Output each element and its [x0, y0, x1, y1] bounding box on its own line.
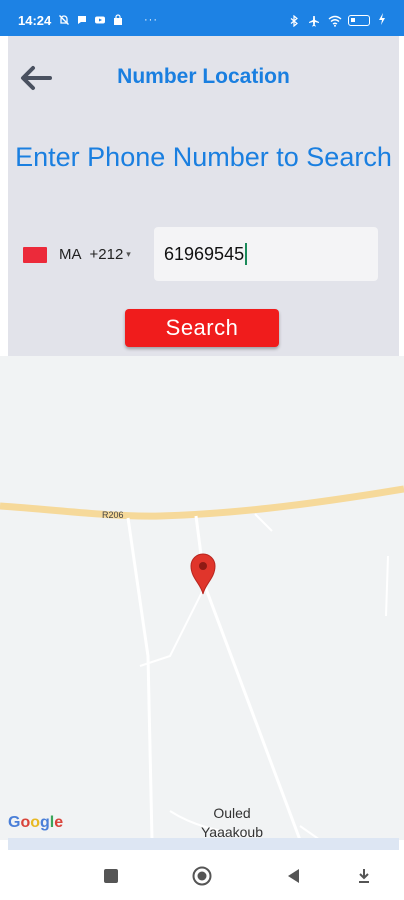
place-label-line1: Ouled: [213, 805, 251, 821]
airplane-icon: [308, 15, 320, 27]
recents-square-icon[interactable]: [101, 866, 121, 886]
phone-number-value: 61969545: [164, 243, 245, 264]
home-circle-icon[interactable]: [192, 866, 212, 886]
map-roads: [0, 485, 404, 840]
message-icon: [76, 14, 88, 26]
search-panel: Number Location Enter Phone Number to Se…: [8, 36, 399, 356]
system-nav-bar: [0, 850, 404, 900]
status-bar: 14:24 ···: [0, 0, 404, 36]
muted-bell-icon: [58, 14, 70, 26]
place-label: Ouled Yaaakoub: [192, 804, 272, 840]
page-title: Number Location: [117, 65, 290, 88]
more-notifications-indicator: ···: [144, 14, 158, 26]
youtube-icon: [94, 14, 106, 26]
download-arrow-icon[interactable]: [354, 866, 374, 886]
google-logo[interactable]: Google: [8, 814, 63, 832]
battery-icon: [348, 15, 370, 26]
status-time: 14:24: [18, 13, 52, 28]
map-pin-icon[interactable]: [189, 552, 217, 596]
bag-icon: [112, 14, 124, 26]
road-label: R206: [102, 510, 124, 520]
map-bottom-strip: [8, 838, 399, 850]
dial-code: +212: [89, 246, 124, 263]
country-code: MA: [59, 246, 82, 263]
status-left-icons: ···: [58, 14, 158, 26]
text-cursor: [245, 243, 248, 265]
country-picker[interactable]: MA +212 ▾: [23, 246, 131, 263]
phone-number-input[interactable]: 61969545: [154, 227, 378, 281]
form-heading: Enter Phone Number to Search: [15, 142, 392, 172]
search-button[interactable]: Search: [125, 309, 279, 347]
status-right-icons: [288, 13, 386, 28]
map-view[interactable]: R206 Ouled Yaaakoub Google: [0, 356, 404, 840]
bluetooth-icon: [288, 14, 300, 27]
charging-icon: [378, 13, 386, 28]
back-triangle-icon[interactable]: [284, 866, 304, 886]
dropdown-caret-icon: ▾: [126, 249, 131, 259]
wifi-icon: [328, 15, 342, 27]
country-flag: [23, 246, 47, 263]
